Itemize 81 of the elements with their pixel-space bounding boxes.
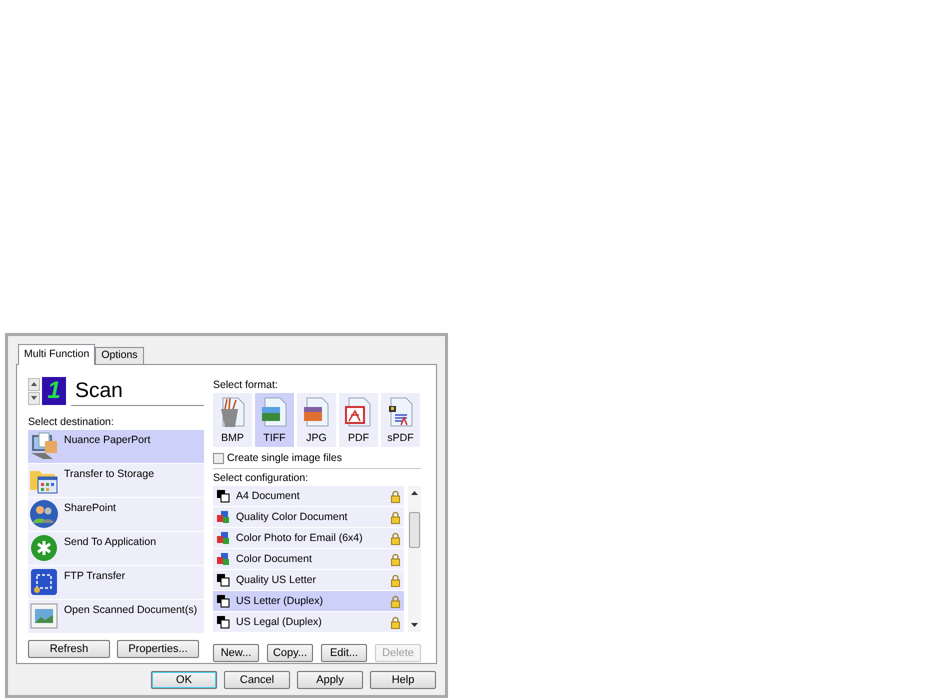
push-button[interactable]: OK (151, 671, 217, 689)
cubes-icon (216, 531, 230, 545)
lock-icon (391, 532, 400, 544)
destination-label: FTP Transfer (64, 570, 126, 583)
tab[interactable]: Multi Function (18, 344, 96, 365)
configuration-item[interactable]: A4 Document (213, 486, 404, 506)
configuration-item[interactable]: Quality Color Document (213, 507, 404, 527)
push-button[interactable]: Edit... (321, 644, 367, 662)
section-label: Select destination: (28, 416, 115, 429)
lock-icon (391, 490, 400, 502)
push-button[interactable]: Properties... (117, 640, 199, 658)
checkbox-label: Create single image files (227, 452, 342, 465)
transfer-icon (29, 567, 59, 597)
down-arrow-icon (411, 623, 418, 627)
section-label: Select configuration: (213, 472, 310, 485)
format-option[interactable]: sPDF (381, 393, 420, 447)
picture-window-icon (29, 601, 59, 631)
configuration-label: Color Photo for Email (6x4) (236, 532, 364, 544)
push-button[interactable]: Apply (297, 671, 363, 689)
destination-item[interactable]: Nuance PaperPort (28, 430, 204, 463)
push-button[interactable]: Refresh (28, 640, 110, 658)
push-button[interactable]: Cancel (224, 671, 290, 689)
format-option[interactable]: PDF (339, 393, 378, 447)
format-option[interactable]: JPG (297, 393, 336, 447)
push-button[interactable]: New... (213, 644, 259, 662)
pages-icon (216, 615, 230, 629)
monitor-folder-icon (29, 431, 59, 461)
scrollbar[interactable] (408, 486, 421, 632)
destination-item[interactable]: SharePoint (28, 498, 204, 531)
destination-item[interactable]: Open Scanned Document(s) (28, 600, 204, 633)
asterisk-circle-icon (29, 533, 59, 563)
configuration-item[interactable]: US Letter (Duplex) (213, 591, 404, 611)
section-label: Select format: (213, 379, 279, 392)
destination-label: Nuance PaperPort (64, 434, 150, 447)
people-icon (29, 499, 59, 529)
configuration-label: US Letter (Duplex) (236, 594, 324, 608)
pages-icon (216, 489, 230, 503)
configuration-label: Color Document (236, 552, 313, 566)
configuration-label: Quality Color Document (236, 510, 348, 524)
configuration-item[interactable]: Quality US Letter (213, 570, 404, 590)
lock-icon (391, 552, 400, 566)
destination-label: Send To Application (64, 536, 156, 549)
checkbox[interactable] (213, 453, 224, 464)
lock-icon (391, 574, 400, 586)
destination-item[interactable]: Send To Application (28, 532, 204, 565)
destination-label: SharePoint (64, 502, 116, 515)
format-option[interactable]: TIFF (255, 393, 294, 447)
configuration-item[interactable]: US Legal (Duplex) (213, 612, 404, 632)
configuration-label: Quality US Letter (236, 574, 317, 586)
lock-icon (391, 616, 400, 628)
spin-down-button[interactable] (28, 392, 40, 404)
configuration-item[interactable]: Color Document (213, 549, 404, 569)
destination-label: Transfer to Storage (64, 468, 154, 481)
destination-item[interactable]: FTP Transfer (28, 566, 204, 599)
configuration-label: US Legal (Duplex) (236, 616, 323, 628)
up-arrow-icon (411, 491, 418, 495)
pages-icon (216, 573, 230, 587)
format-option[interactable]: BMP (213, 393, 252, 447)
cubes-icon (216, 510, 230, 524)
format-label: TIFF (263, 432, 286, 445)
destination-label: Open Scanned Document(s) (64, 604, 198, 617)
lock-icon (391, 594, 400, 608)
configuration-label: A4 Document (236, 490, 301, 502)
destination-item[interactable]: Transfer to Storage (28, 464, 204, 497)
counter-display: 1 (42, 377, 66, 405)
push-button[interactable]: Copy... (267, 644, 313, 662)
scrollbar-thumb[interactable] (409, 512, 420, 548)
format-label: BMP (221, 432, 244, 445)
spin-up-button[interactable] (28, 378, 40, 390)
down-arrow-icon (31, 396, 37, 400)
scan-title: Scan (71, 376, 204, 406)
lock-icon (391, 510, 400, 524)
configuration-item[interactable]: Color Photo for Email (6x4) (213, 528, 404, 548)
format-label: JPG (306, 432, 327, 445)
format-label: sPDF (387, 432, 414, 445)
cubes-icon (216, 552, 230, 566)
format-label: PDF (348, 432, 369, 445)
tab[interactable]: Options (95, 347, 144, 364)
push-button[interactable]: Help (370, 671, 436, 689)
pages-icon (216, 594, 230, 608)
up-arrow-icon (31, 382, 37, 386)
